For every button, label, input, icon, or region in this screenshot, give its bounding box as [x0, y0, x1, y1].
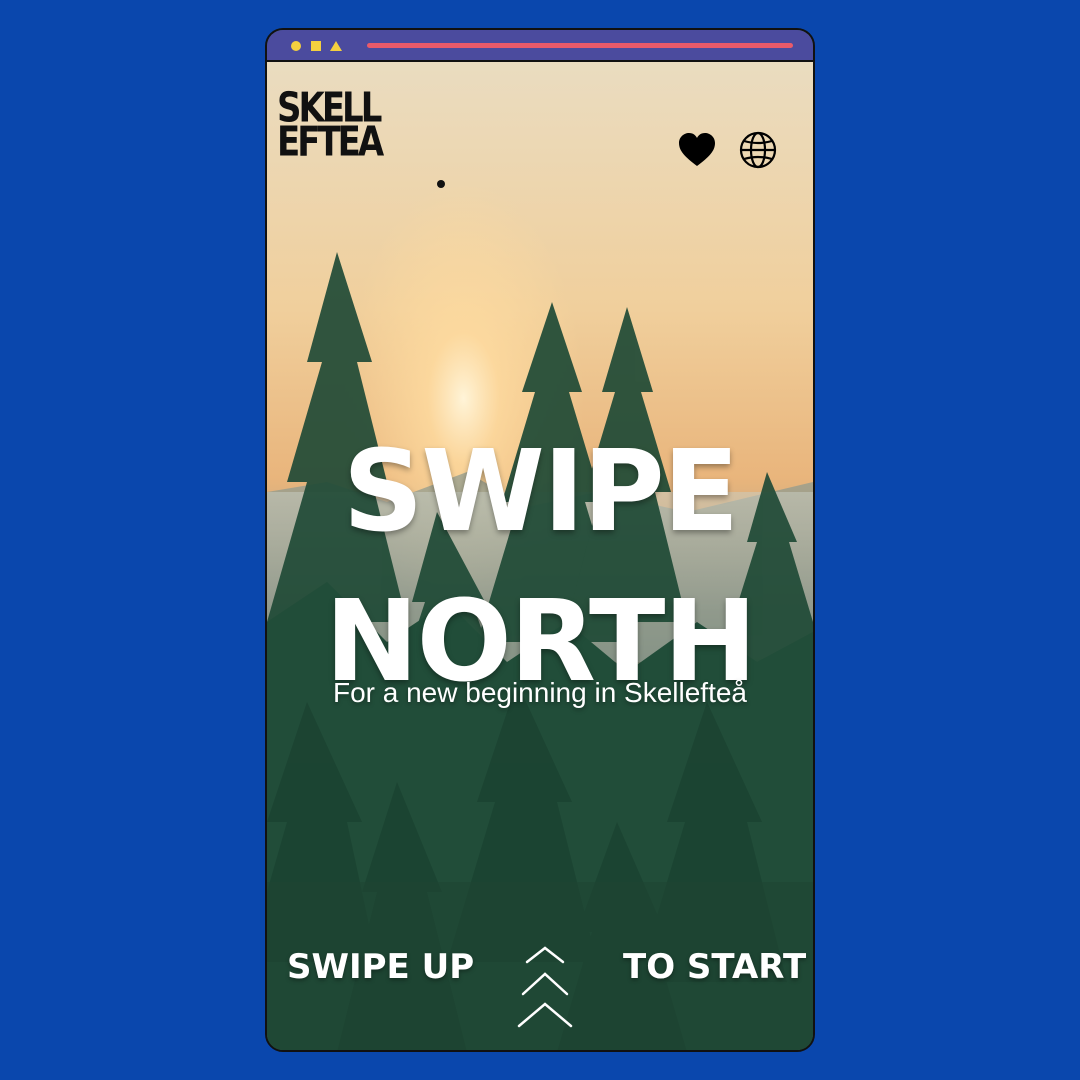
- hero-subtitle: For a new beginning in Skellefteå: [332, 677, 748, 708]
- logo-dot: [437, 180, 445, 188]
- window-square-control[interactable]: [311, 41, 321, 51]
- chevron-up-icon[interactable]: [515, 942, 575, 1032]
- hero-title-line-1: SWIPE: [342, 427, 739, 557]
- address-bar[interactable]: [367, 43, 793, 48]
- app-screen[interactable]: SKELL EFTEA SWIPE NORTH For a new beginn…: [267, 62, 813, 1050]
- window-triangle-control[interactable]: [330, 41, 342, 51]
- window-circle-control[interactable]: [291, 41, 301, 51]
- window-titlebar: [267, 30, 813, 62]
- forest-sunset-background: [267, 62, 813, 1050]
- logo-line-2: EFTEA: [277, 118, 384, 167]
- heart-icon[interactable]: [677, 130, 717, 170]
- to-start-label: TO START: [623, 947, 807, 987]
- globe-icon[interactable]: [738, 130, 778, 170]
- phone-frame: SKELL EFTEA SWIPE NORTH For a new beginn…: [265, 28, 815, 1052]
- swipe-up-label: SWIPE UP: [287, 947, 475, 987]
- skelleftea-logo[interactable]: SKELL EFTEA: [277, 88, 401, 163]
